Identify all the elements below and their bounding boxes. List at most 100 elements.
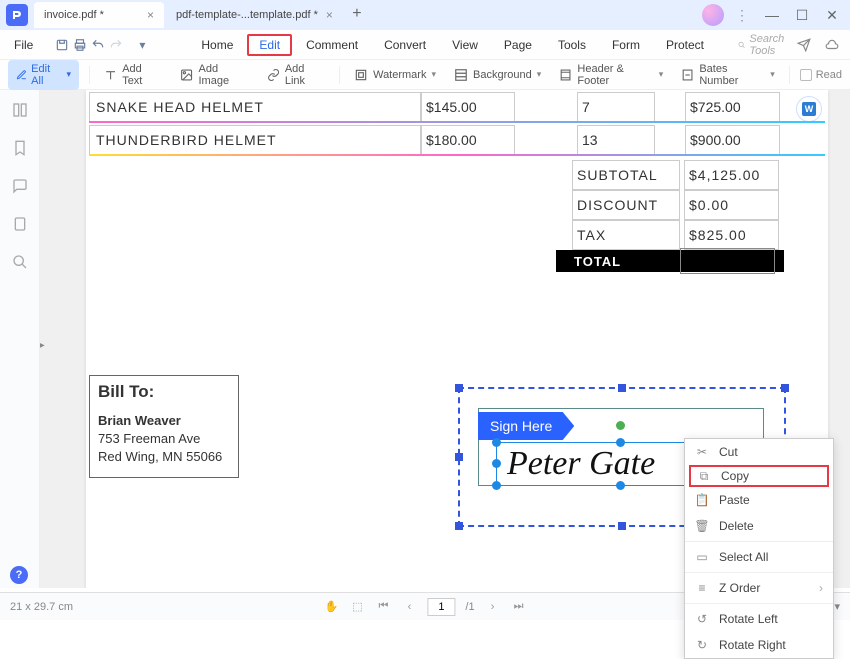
edit-all-button[interactable]: Edit All ▾ [8, 60, 79, 90]
ctx-select-all[interactable]: ▭Select All [685, 544, 833, 570]
cell-price[interactable]: $145.00 [421, 92, 515, 122]
redo-icon[interactable] [109, 34, 123, 56]
invoice-row: SNAKE HEAD HELMET $145.00 7 $725.00 [89, 90, 825, 124]
tab-invoice[interactable]: invoice.pdf * × [34, 2, 164, 28]
delete-icon: 🗑 [695, 519, 709, 533]
total-bar: TOTAL [556, 250, 784, 272]
ctx-cut[interactable]: ✂Cut [685, 439, 833, 465]
close-icon[interactable]: × [147, 8, 154, 22]
resize-handle[interactable] [492, 459, 501, 468]
save-icon[interactable] [55, 34, 69, 56]
rotate-handle[interactable] [616, 421, 625, 430]
menu-file[interactable]: File [8, 38, 39, 52]
menu-comment[interactable]: Comment [294, 34, 370, 56]
resize-handle[interactable] [781, 384, 789, 392]
add-image-button[interactable]: Add Image [176, 61, 252, 89]
undo-icon[interactable] [91, 34, 105, 56]
ctx-zorder[interactable]: ≡Z Order› [685, 575, 833, 601]
new-tab-button[interactable]: + [345, 2, 369, 26]
search-tools[interactable]: Search Tools [738, 33, 789, 57]
bill-to-addr1: 753 Freeman Ave [98, 430, 230, 448]
thumbnails-icon[interactable] [10, 100, 30, 120]
resize-handle[interactable] [455, 453, 463, 461]
search-placeholder: Search Tools [749, 33, 788, 57]
document-tabs: invoice.pdf * × pdf-template-...template… [34, 2, 702, 28]
print-icon[interactable] [73, 34, 87, 56]
user-avatar[interactable] [702, 4, 724, 26]
last-page-icon[interactable]: ⏭ [511, 599, 527, 615]
menu-home[interactable]: Home [189, 34, 245, 56]
add-text-button[interactable]: Add Text [100, 61, 166, 89]
select-tool-icon[interactable]: ⬚ [349, 599, 365, 615]
menu-convert[interactable]: Convert [372, 34, 438, 56]
background-button[interactable]: Background▾ [450, 66, 545, 84]
divider [89, 154, 825, 156]
close-icon[interactable]: × [326, 8, 333, 22]
close-button[interactable]: ✕ [820, 3, 844, 27]
resize-handle[interactable] [455, 522, 463, 530]
search-icon[interactable] [10, 252, 30, 272]
bill-to-heading: Bill To: [98, 382, 230, 402]
ctx-copy[interactable]: ⧉Copy [689, 465, 829, 487]
help-button[interactable]: ? [10, 566, 28, 584]
cell-item[interactable]: SNAKE HEAD HELMET [89, 92, 421, 122]
resize-handle[interactable] [618, 384, 626, 392]
hand-tool-icon[interactable]: ✋ [323, 599, 339, 615]
rotate-right-icon: ↻ [695, 638, 709, 652]
cell-item[interactable]: THUNDERBIRD HELMET [89, 125, 421, 155]
attachment-icon[interactable] [10, 214, 30, 234]
resize-handle[interactable] [492, 481, 501, 490]
add-link-button[interactable]: Add Link [263, 61, 330, 89]
dropdown-icon[interactable]: ▾ [139, 34, 145, 56]
copy-icon: ⧉ [697, 469, 711, 483]
ctx-paste[interactable]: 📋Paste [685, 487, 833, 513]
summary-row: TAX$825.00 [572, 220, 779, 250]
titlebar: invoice.pdf * × pdf-template-...template… [0, 0, 850, 30]
resize-handle[interactable] [616, 438, 625, 447]
resize-handle[interactable] [618, 522, 626, 530]
zoom-dropdown-icon[interactable]: ▾ [834, 600, 840, 613]
maximize-button[interactable]: ☐ [790, 3, 814, 27]
resize-handle[interactable] [455, 384, 463, 392]
cell-qty[interactable]: 7 [577, 92, 655, 122]
menu-edit[interactable]: Edit [247, 34, 292, 56]
cell-total[interactable]: $725.00 [685, 92, 780, 122]
ctx-delete[interactable]: 🗑Delete [685, 513, 833, 539]
resize-handle[interactable] [616, 481, 625, 490]
first-page-icon[interactable]: ⏮ [375, 599, 391, 615]
page-input[interactable] [427, 598, 455, 616]
bill-to-box[interactable]: Bill To: Brian Weaver 753 Freeman Ave Re… [89, 375, 239, 478]
bookmark-icon[interactable] [10, 138, 30, 158]
prev-page-icon[interactable]: ‹ [401, 599, 417, 615]
cloud-icon[interactable] [821, 34, 843, 56]
sign-here-badge[interactable]: Sign Here [478, 412, 574, 440]
select-all-icon: ▭ [695, 550, 709, 564]
app-logo [6, 4, 28, 26]
tab-template[interactable]: pdf-template-...template.pdf * × [166, 2, 343, 28]
more-icon[interactable]: ⋮ [730, 3, 754, 27]
invoice-row: THUNDERBIRD HELMET $180.00 13 $900.00 [89, 123, 825, 157]
cell-total[interactable]: $900.00 [685, 125, 780, 155]
next-page-icon[interactable]: › [485, 599, 501, 615]
read-checkbox[interactable]: Read [800, 69, 842, 81]
send-icon[interactable] [793, 34, 815, 56]
menu-tools[interactable]: Tools [546, 34, 598, 56]
menu-form[interactable]: Form [600, 34, 652, 56]
cell-qty[interactable]: 13 [577, 125, 655, 155]
menu-page[interactable]: Page [492, 34, 544, 56]
ctx-rotate-left[interactable]: ↺Rotate Left [685, 606, 833, 632]
page-dimensions: 21 x 29.7 cm [10, 601, 73, 613]
bates-number-button[interactable]: Bates Number▾ [677, 61, 779, 89]
minimize-button[interactable]: — [760, 3, 784, 27]
ctx-rotate-right[interactable]: ↻Rotate Right [685, 632, 833, 658]
collapse-chevron-icon[interactable]: ▶ [40, 340, 45, 351]
watermark-button[interactable]: Watermark▾ [350, 66, 440, 84]
left-sidebar [0, 90, 40, 588]
menu-view[interactable]: View [440, 34, 490, 56]
menu-protect[interactable]: Protect [654, 34, 716, 56]
resize-handle[interactable] [492, 438, 501, 447]
header-footer-button[interactable]: Header & Footer▾ [555, 61, 667, 89]
cell-price[interactable]: $180.00 [421, 125, 515, 155]
comment-icon[interactable] [10, 176, 30, 196]
summary-row: DISCOUNT$0.00 [572, 190, 779, 220]
